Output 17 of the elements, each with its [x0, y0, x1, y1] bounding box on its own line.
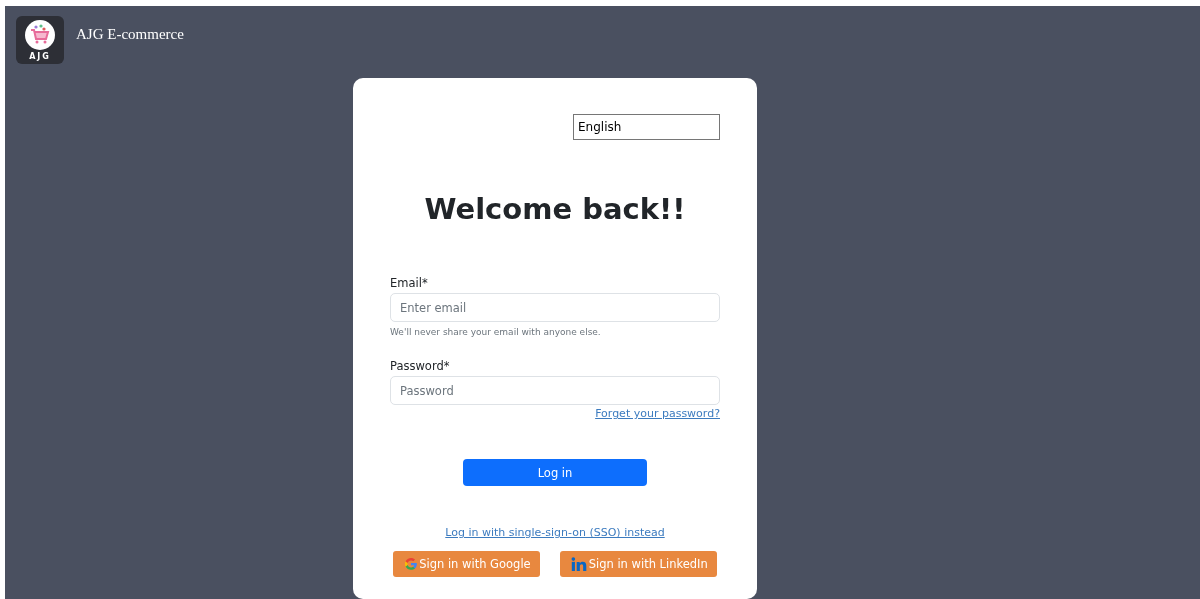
field-label: Email* — [390, 276, 429, 291]
login-button[interactable]: Log in — [463, 459, 647, 487]
social-signin-button[interactable]: Sign in with LinkedIn — [559, 551, 717, 578]
field-label: Password* — [390, 359, 451, 374]
logo-text: AJG — [29, 52, 51, 61]
input-field[interactable]: Password — [390, 376, 720, 406]
cart-icon — [24, 19, 56, 51]
linkedin-icon — [570, 557, 588, 572]
sso-link[interactable]: Log in with single-sign-on (SSO) instead — [445, 526, 665, 540]
help-text: We'll never share your email with anyone else. — [390, 327, 602, 338]
google-icon — [404, 557, 419, 572]
language-select[interactable]: English — [573, 114, 720, 141]
social-signin-button[interactable]: Sign in with Google — [393, 551, 540, 578]
input-field[interactable]: Enter email — [390, 293, 720, 323]
forgot-password-link[interactable]: Forget your password? — [595, 407, 720, 421]
welcome-heading: Welcome back!! — [423, 192, 687, 227]
app-title: AJG E-commerce — [76, 26, 184, 43]
